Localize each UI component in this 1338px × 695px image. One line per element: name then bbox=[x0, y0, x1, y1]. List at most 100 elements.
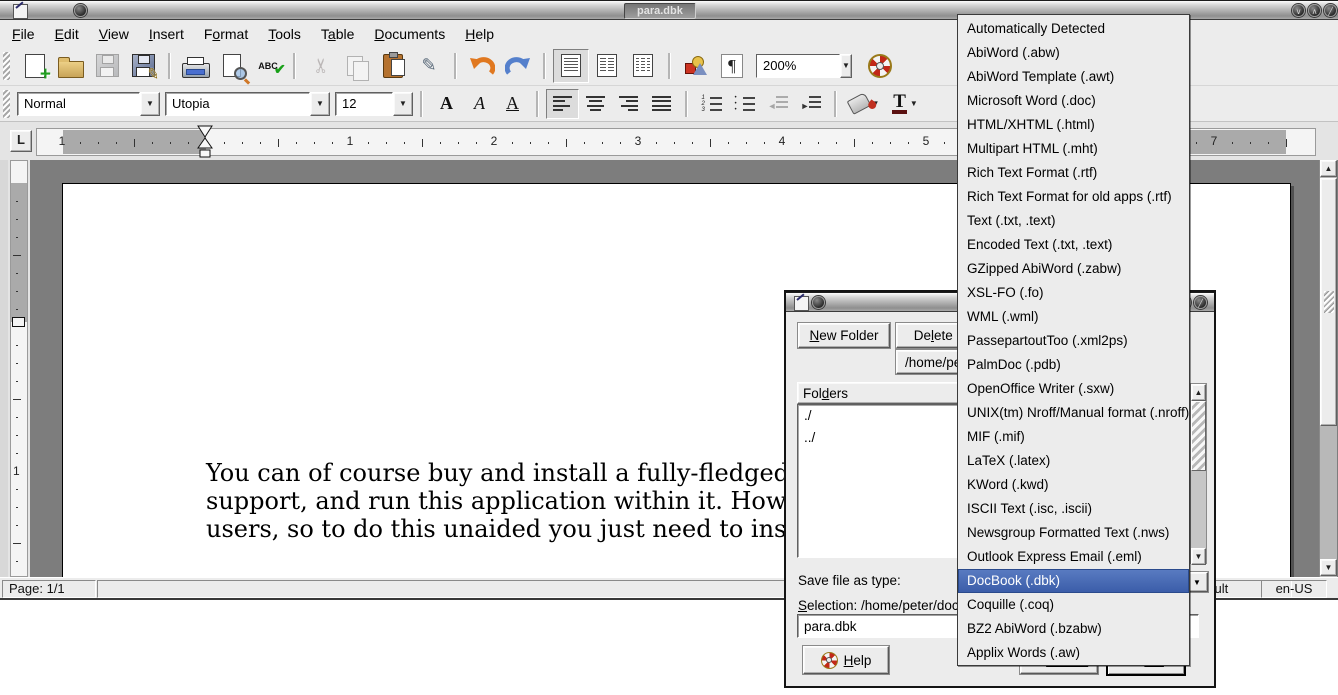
file-type-option[interactable]: Rich Text Format (.rtf) bbox=[958, 161, 1189, 185]
italic-button[interactable]: A bbox=[463, 89, 496, 119]
formatting-marks-button[interactable]: ¶ bbox=[714, 49, 750, 83]
file-type-option[interactable]: MIF (.mif) bbox=[958, 425, 1189, 449]
menu-item[interactable]: Insert bbox=[149, 26, 184, 42]
file-type-option[interactable]: LaTeX (.latex) bbox=[958, 449, 1189, 473]
zoom-input[interactable] bbox=[756, 54, 840, 78]
dialog-menu-button[interactable] bbox=[812, 296, 825, 309]
file-type-option[interactable]: AbiWord Template (.awt) bbox=[958, 65, 1189, 89]
file-type-option[interactable]: OpenOffice Writer (.sxw) bbox=[958, 377, 1189, 401]
file-type-option[interactable]: Multipart HTML (.mht) bbox=[958, 137, 1189, 161]
redo-button[interactable] bbox=[500, 49, 536, 83]
folders-column-header[interactable]: Folders bbox=[797, 382, 963, 404]
tab-selector-button[interactable]: L bbox=[10, 130, 32, 152]
menu-item[interactable]: Help bbox=[465, 26, 494, 42]
top-margin-marker[interactable] bbox=[12, 317, 25, 327]
menu-item[interactable]: Format bbox=[204, 26, 248, 42]
numbered-list-button[interactable]: 123 bbox=[695, 89, 728, 119]
columns-2-button[interactable] bbox=[589, 49, 625, 83]
folder-item[interactable]: ../ bbox=[798, 427, 964, 449]
dialog-close-button[interactable]: ╱ bbox=[1194, 296, 1207, 309]
file-type-option[interactable]: Text (.txt, .text) bbox=[958, 209, 1189, 233]
menu-item[interactable]: File bbox=[12, 26, 35, 42]
text-color-dropdown-arrow[interactable]: ▼ bbox=[910, 99, 918, 108]
open-button[interactable] bbox=[53, 49, 89, 83]
toolbar-grip[interactable] bbox=[3, 52, 10, 80]
menu-item[interactable]: View bbox=[99, 26, 129, 42]
file-type-option[interactable]: PassepartoutToo (.xml2ps) bbox=[958, 329, 1189, 353]
highlight-color-button[interactable]: ▼ bbox=[844, 89, 884, 119]
bold-button[interactable]: A bbox=[430, 89, 463, 119]
save-as-button[interactable]: ✎ bbox=[125, 49, 161, 83]
scroll-down-button[interactable]: ▼ bbox=[1320, 559, 1337, 576]
scroll-up-button[interactable]: ▲ bbox=[1320, 160, 1337, 177]
bullet-list-button[interactable]: ••• bbox=[728, 89, 761, 119]
window-close-button[interactable]: ╱ bbox=[1324, 4, 1337, 17]
align-justify-button[interactable] bbox=[645, 89, 678, 119]
files-scroll-down-button[interactable]: ▼ bbox=[1191, 548, 1206, 565]
file-type-option[interactable]: ISCII Text (.isc, .iscii) bbox=[958, 497, 1189, 521]
style-dropdown-arrow[interactable]: ▼ bbox=[140, 92, 160, 116]
file-type-option[interactable]: GZipped AbiWord (.zabw) bbox=[958, 257, 1189, 281]
zoom-combo[interactable]: ▼ bbox=[756, 54, 852, 78]
help-button[interactable] bbox=[862, 49, 898, 83]
files-scroll-up-button[interactable]: ▲ bbox=[1191, 384, 1206, 401]
scrollbar-thumb[interactable] bbox=[1320, 178, 1337, 426]
folder-item[interactable]: ./ bbox=[798, 405, 964, 427]
paste-button[interactable] bbox=[375, 49, 411, 83]
file-type-option[interactable]: Coquille (.coq) bbox=[958, 593, 1189, 617]
style-combo[interactable]: Normal ▼ bbox=[17, 92, 160, 116]
print-button[interactable] bbox=[178, 49, 214, 83]
file-type-option[interactable]: UNIX(tm) Nroff/Manual format (.nroff) bbox=[958, 401, 1189, 425]
window-shade-button[interactable]: ∨ bbox=[1292, 4, 1305, 17]
file-type-option[interactable]: Applix Words (.aw) bbox=[958, 641, 1189, 665]
file-type-option[interactable]: Encoded Text (.txt, .text) bbox=[958, 233, 1189, 257]
indent-markers[interactable] bbox=[197, 125, 214, 161]
window-maximize-button[interactable]: ∧ bbox=[1308, 4, 1321, 17]
font-size-dropdown-arrow[interactable]: ▼ bbox=[393, 92, 413, 116]
text-color-button[interactable]: T▼ bbox=[884, 89, 926, 119]
toolbar-grip[interactable] bbox=[3, 90, 10, 118]
file-type-option[interactable]: DocBook (.dbk) bbox=[958, 569, 1189, 593]
print-preview-button[interactable] bbox=[214, 49, 250, 83]
vertical-scrollbar[interactable]: ▲ ▼ bbox=[1319, 160, 1337, 577]
new-folder-button[interactable]: New Folder bbox=[798, 323, 890, 348]
align-center-button[interactable] bbox=[579, 89, 612, 119]
spellcheck-button[interactable]: ABC✔ bbox=[250, 49, 286, 83]
file-type-option[interactable]: BZ2 AbiWord (.bzabw) bbox=[958, 617, 1189, 641]
increase-indent-button[interactable]: ► bbox=[794, 89, 827, 119]
shapes-button[interactable] bbox=[678, 49, 714, 83]
undo-button[interactable] bbox=[464, 49, 500, 83]
file-type-option[interactable]: KWord (.kwd) bbox=[958, 473, 1189, 497]
new-document-button[interactable] bbox=[17, 49, 53, 83]
menu-item[interactable]: Documents bbox=[374, 26, 445, 42]
align-left-button[interactable] bbox=[546, 89, 579, 119]
columns-1-button[interactable] bbox=[553, 49, 589, 83]
file-type-option[interactable]: Newsgroup Formatted Text (.nws) bbox=[958, 521, 1189, 545]
language-indicator[interactable]: en-US bbox=[1261, 580, 1327, 598]
dialog-help-button[interactable]: Help bbox=[803, 646, 889, 674]
columns-3-button[interactable] bbox=[625, 49, 661, 83]
font-dropdown-arrow[interactable]: ▼ bbox=[310, 92, 330, 116]
file-type-option[interactable]: HTML/XHTML (.html) bbox=[958, 113, 1189, 137]
file-type-option[interactable]: Automatically Detected bbox=[958, 17, 1189, 41]
file-type-option[interactable]: Rich Text Format for old apps (.rtf) bbox=[958, 185, 1189, 209]
window-menu-button[interactable] bbox=[74, 4, 87, 17]
font-size-combo[interactable]: 12 ▼ bbox=[335, 92, 413, 116]
font-combo[interactable]: Utopia ▼ bbox=[165, 92, 330, 116]
zoom-dropdown-arrow[interactable]: ▼ bbox=[840, 54, 852, 78]
underline-button[interactable]: A bbox=[496, 89, 529, 119]
vertical-ruler[interactable]: 1 bbox=[8, 160, 30, 577]
menu-item[interactable]: Tools bbox=[268, 26, 301, 42]
menu-item[interactable]: Edit bbox=[55, 26, 79, 42]
file-type-option[interactable]: AbiWord (.abw) bbox=[958, 41, 1189, 65]
file-type-option[interactable]: XSL-FO (.fo) bbox=[958, 281, 1189, 305]
file-type-option[interactable]: PalmDoc (.pdb) bbox=[958, 353, 1189, 377]
files-scrollbar-thumb[interactable] bbox=[1191, 401, 1206, 471]
file-type-option[interactable]: WML (.wml) bbox=[958, 305, 1189, 329]
files-scrollbar[interactable]: ▲ ▼ bbox=[1190, 383, 1207, 564]
file-type-option[interactable]: Microsoft Word (.doc) bbox=[958, 89, 1189, 113]
pen-tool-button[interactable]: ✎ bbox=[411, 49, 447, 83]
align-right-button[interactable] bbox=[612, 89, 645, 119]
file-type-option[interactable]: Outlook Express Email (.eml) bbox=[958, 545, 1189, 569]
menu-item[interactable]: Table bbox=[321, 26, 354, 42]
